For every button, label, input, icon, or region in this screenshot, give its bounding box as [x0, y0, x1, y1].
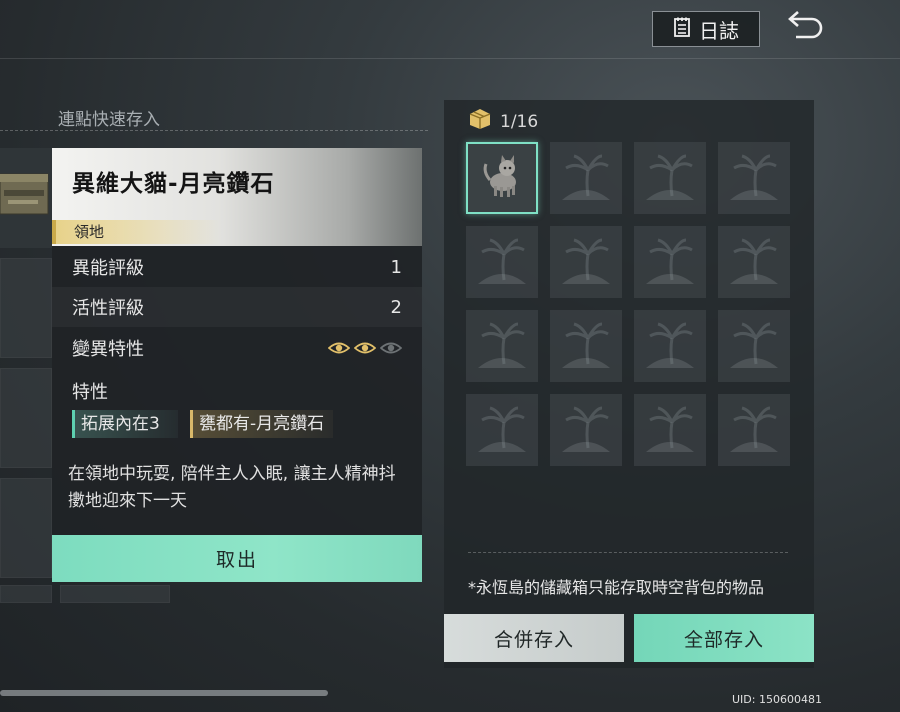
inventory-slot[interactable] — [0, 585, 52, 603]
trait-chip: 甕都有-月亮鑽石 — [190, 410, 333, 438]
storage-count: 1/16 — [468, 108, 538, 135]
empty-slot-palm-icon — [474, 234, 530, 290]
storage-slot-empty[interactable] — [634, 226, 706, 298]
eye-icon — [380, 342, 402, 354]
storage-slot-empty[interactable] — [466, 310, 538, 382]
stat-row-activity: 活性評級 2 — [52, 287, 422, 327]
empty-slot-palm-icon — [726, 402, 782, 458]
empty-slot-palm-icon — [642, 318, 698, 374]
storage-slot-empty[interactable] — [718, 142, 790, 214]
empty-slot-palm-icon — [726, 150, 782, 206]
trait-chip: 拓展內在3 — [72, 410, 178, 438]
header-divider — [0, 58, 900, 59]
back-arrow-icon — [782, 11, 826, 45]
empty-slot-palm-icon — [642, 150, 698, 206]
mutation-rating — [328, 341, 402, 355]
stat-value: 1 — [390, 256, 402, 278]
storage-slot-empty[interactable] — [550, 394, 622, 466]
item-tag: 領地 — [52, 220, 222, 244]
notebook-icon — [673, 17, 691, 42]
item-description: 在領地中玩耍, 陪伴主人入眠, 讓主人精神抖擻地迎來下一天 — [68, 464, 396, 511]
storage-slot-empty[interactable] — [718, 310, 790, 382]
empty-slot-palm-icon — [642, 402, 698, 458]
storage-note: *永恆島的儲藏箱只能存取時空背包的物品 — [468, 578, 765, 597]
uid-label: UID: 150600481 — [732, 693, 822, 706]
cat-pet-icon — [477, 150, 527, 206]
storage-slot-empty[interactable] — [550, 226, 622, 298]
empty-slot-palm-icon — [726, 318, 782, 374]
storage-divider — [468, 552, 788, 553]
deposit-all-button[interactable]: 全部存入 — [634, 614, 814, 662]
empty-slot-palm-icon — [642, 234, 698, 290]
storage-slot-empty[interactable] — [466, 394, 538, 466]
empty-slot-palm-icon — [558, 402, 614, 458]
stat-label: 變異特性 — [72, 339, 144, 360]
stat-label: 活性評級 — [72, 298, 144, 319]
stat-row-mutation: 變異特性 — [52, 328, 422, 368]
traits-title: 特性 — [72, 382, 108, 403]
item-detail-header: 異維大貓-月亮鑽石 領地 — [52, 148, 422, 246]
log-button[interactable]: 日誌 — [652, 11, 760, 47]
back-button[interactable] — [780, 10, 828, 46]
eye-icon — [354, 342, 376, 354]
storage-slot-empty[interactable] — [718, 394, 790, 466]
horizontal-scrollbar[interactable] — [0, 690, 328, 696]
quick-deposit-label: 連點快速存入 — [58, 110, 160, 130]
item-title: 異維大貓-月亮鑽石 — [72, 171, 275, 197]
inventory-slot[interactable] — [0, 368, 52, 468]
stat-row-ability: 異能評級 1 — [52, 247, 422, 287]
storage-slot-empty[interactable] — [466, 226, 538, 298]
storage-slot-empty[interactable] — [718, 226, 790, 298]
empty-slot-palm-icon — [558, 318, 614, 374]
left-divider — [0, 130, 428, 131]
storage-slot-empty[interactable] — [634, 394, 706, 466]
empty-slot-palm-icon — [474, 318, 530, 374]
storage-slot-empty[interactable] — [634, 310, 706, 382]
box-icon — [468, 108, 492, 135]
storage-slot-empty[interactable] — [550, 310, 622, 382]
stat-label: 異能評級 — [72, 258, 144, 279]
take-out-button[interactable]: 取出 — [52, 535, 422, 582]
stat-value: 2 — [390, 296, 402, 318]
storage-slot-pet-cat[interactable] — [466, 142, 538, 214]
empty-slot-palm-icon — [558, 150, 614, 206]
inventory-slot[interactable] — [0, 478, 52, 578]
empty-slot-palm-icon — [558, 234, 614, 290]
storage-box-icon — [0, 160, 50, 230]
log-button-label: 日誌 — [699, 18, 739, 43]
storage-slot-empty[interactable] — [634, 142, 706, 214]
storage-count-value: 1/16 — [500, 111, 539, 132]
eye-icon — [328, 342, 350, 354]
empty-slot-palm-icon — [726, 234, 782, 290]
inventory-slot[interactable] — [60, 585, 170, 603]
inventory-slot[interactable] — [0, 258, 52, 358]
storage-slot-empty[interactable] — [550, 142, 622, 214]
empty-slot-palm-icon — [474, 402, 530, 458]
merge-deposit-button[interactable]: 合併存入 — [444, 614, 624, 662]
storage-panel: 1/16 *永恆島的儲藏箱只能存取時空背包的物品 合併存入 全部存入 — [444, 100, 814, 668]
item-detail-panel: 異維大貓-月亮鑽石 領地 異能評級 1 活性評級 2 變異特性 特性 拓展內在3… — [52, 148, 422, 582]
